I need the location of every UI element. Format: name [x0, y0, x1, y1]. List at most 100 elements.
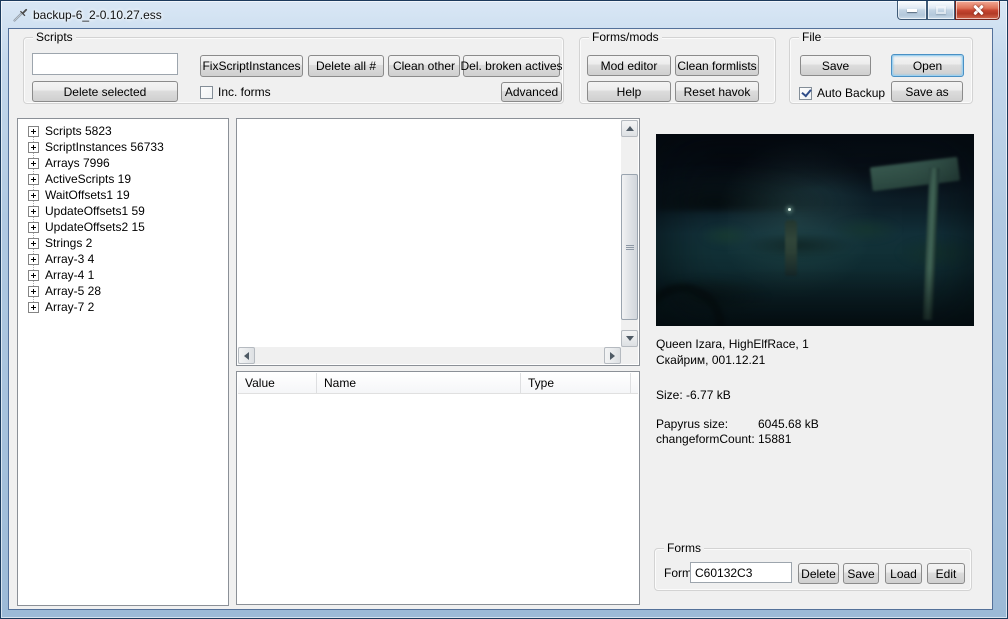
- minimize-button[interactable]: [897, 1, 927, 20]
- scripts-filter-input[interactable]: [32, 53, 178, 75]
- forms-groupbox: Forms FormId Delete Save Load Edit: [654, 548, 972, 591]
- scripts-group-label: Scripts: [33, 30, 76, 44]
- forms-group-label: Forms: [664, 541, 704, 555]
- expand-plus-icon[interactable]: [28, 158, 39, 169]
- log-text: [238, 119, 621, 347]
- results-table[interactable]: Value Name Type: [236, 371, 640, 605]
- tree-item-label: WaitOffsets1 19: [45, 188, 130, 202]
- tree-item-label: UpdateOffsets1 59: [45, 204, 145, 218]
- vertical-scrollbar[interactable]: [621, 120, 638, 347]
- triangle-left-icon: [244, 352, 249, 360]
- auto-backup-checkbox[interactable]: Auto Backup: [799, 86, 885, 100]
- log-output-panel[interactable]: [236, 118, 640, 366]
- log-line: [246, 317, 613, 331]
- save-as-button[interactable]: Save as: [891, 81, 963, 102]
- column-header-type[interactable]: Type: [521, 373, 631, 393]
- file-groupbox: File Save Open Auto Backup Save as: [789, 37, 973, 104]
- expand-plus-icon[interactable]: [28, 286, 39, 297]
- tree-item-label: Array-4 1: [45, 268, 94, 282]
- minimize-icon: [907, 9, 917, 12]
- log-line: [246, 261, 613, 275]
- scrollbar-thumb[interactable]: [621, 174, 638, 320]
- log-line: [246, 275, 613, 289]
- expand-plus-icon[interactable]: [28, 302, 39, 313]
- form-save-button[interactable]: Save: [843, 563, 879, 584]
- open-button[interactable]: Open: [891, 54, 964, 77]
- checkmark-icon[interactable]: [799, 87, 812, 100]
- expand-plus-icon[interactable]: [28, 190, 39, 201]
- clean-other-button[interactable]: Clean other: [388, 55, 460, 77]
- log-line: [246, 163, 613, 177]
- vignette-overlay: [656, 134, 974, 326]
- save-contents-tree[interactable]: Scripts 5823 ScriptInstances 56733 Array…: [17, 118, 229, 606]
- expand-plus-icon[interactable]: [28, 270, 39, 281]
- expand-plus-icon[interactable]: [28, 222, 39, 233]
- tree-item-label: Array-5 28: [45, 284, 101, 298]
- tree-item[interactable]: ActiveScripts 19: [18, 171, 228, 187]
- forms-mods-group-label: Forms/mods: [589, 30, 662, 44]
- scroll-left-button[interactable]: [238, 347, 255, 364]
- scroll-down-button[interactable]: [621, 330, 638, 347]
- character-info-line: Queen Izara, HighElfRace, 1: [656, 337, 809, 351]
- tree-item[interactable]: WaitOffsets1 19: [18, 187, 228, 203]
- papyrus-size-value: 6045.68 kB: [758, 417, 819, 431]
- expand-plus-icon[interactable]: [28, 254, 39, 265]
- tree-item[interactable]: Scripts 5823: [18, 123, 228, 139]
- tree-item[interactable]: Array-3 4: [18, 251, 228, 267]
- form-delete-button[interactable]: Delete: [798, 563, 839, 584]
- delete-selected-button[interactable]: Delete selected: [32, 81, 178, 102]
- tree-item[interactable]: Array-5 28: [18, 283, 228, 299]
- tree-item[interactable]: Strings 2: [18, 235, 228, 251]
- expand-plus-icon[interactable]: [28, 238, 39, 249]
- del-broken-actives-button[interactable]: Del. broken actives: [463, 55, 560, 77]
- tree-item-label: Strings 2: [45, 236, 92, 250]
- tree-item-label: UpdateOffsets2 15: [45, 220, 145, 234]
- scroll-up-button[interactable]: [621, 120, 638, 137]
- column-header-value[interactable]: Value: [238, 373, 317, 393]
- expand-plus-icon[interactable]: [28, 126, 39, 137]
- changeform-count-value: 15881: [758, 432, 791, 446]
- scripts-groupbox: Scripts Delete selected FixScriptInstanc…: [23, 37, 564, 104]
- help-button[interactable]: Help: [587, 81, 671, 102]
- window-title: backup-6_2-0.10.27.ess: [33, 8, 162, 22]
- clean-formlists-button[interactable]: Clean formlists: [675, 55, 759, 76]
- delete-all-button[interactable]: Delete all #: [308, 55, 384, 77]
- thumb-grip-icon: [626, 245, 634, 250]
- expand-plus-icon[interactable]: [28, 174, 39, 185]
- form-edit-button[interactable]: Edit: [927, 563, 965, 584]
- mod-editor-button[interactable]: Mod editor: [587, 55, 671, 76]
- tree-item[interactable]: Array-4 1: [18, 267, 228, 283]
- changeform-count-label: changeformCount:: [656, 432, 755, 446]
- scroll-right-button[interactable]: [604, 347, 621, 364]
- reset-havok-button[interactable]: Reset havok: [675, 81, 759, 102]
- titlebar[interactable]: backup-6_2-0.10.27.ess: [1, 1, 1007, 29]
- tree-item[interactable]: UpdateOffsets1 59: [18, 203, 228, 219]
- advanced-button[interactable]: Advanced: [501, 82, 562, 102]
- expand-plus-icon[interactable]: [28, 142, 39, 153]
- horizontal-scrollbar[interactable]: [238, 347, 621, 364]
- tree-item[interactable]: Arrays 7996: [18, 155, 228, 171]
- location-info-line: Скайрим, 001.12.21: [656, 353, 765, 367]
- maximize-button[interactable]: [927, 1, 955, 20]
- close-icon: [972, 4, 984, 16]
- tree-item-label: ScriptInstances 56733: [45, 140, 164, 154]
- close-button[interactable]: [955, 1, 1000, 20]
- app-window: backup-6_2-0.10.27.ess Scripts Delete se…: [0, 0, 1008, 619]
- table-header: Value Name Type: [238, 373, 638, 394]
- table-body[interactable]: [238, 394, 638, 603]
- inc-forms-checkbox[interactable]: Inc. forms: [200, 85, 271, 99]
- log-line: [246, 177, 613, 191]
- tree-item[interactable]: ScriptInstances 56733: [18, 139, 228, 155]
- tree-item[interactable]: UpdateOffsets2 15: [18, 219, 228, 235]
- form-load-button[interactable]: Load: [885, 563, 922, 584]
- size-info-line: Size: -6.77 kB: [656, 388, 731, 402]
- formid-input[interactable]: [690, 562, 792, 583]
- file-group-label: File: [799, 30, 824, 44]
- expand-plus-icon[interactable]: [28, 206, 39, 217]
- column-header-name[interactable]: Name: [317, 373, 521, 393]
- checkbox-box-icon[interactable]: [200, 86, 213, 99]
- save-button[interactable]: Save: [800, 55, 871, 76]
- log-line: [246, 331, 613, 345]
- tree-item[interactable]: Array-7 2: [18, 299, 228, 315]
- fix-script-instances-button[interactable]: FixScriptInstances: [200, 55, 303, 77]
